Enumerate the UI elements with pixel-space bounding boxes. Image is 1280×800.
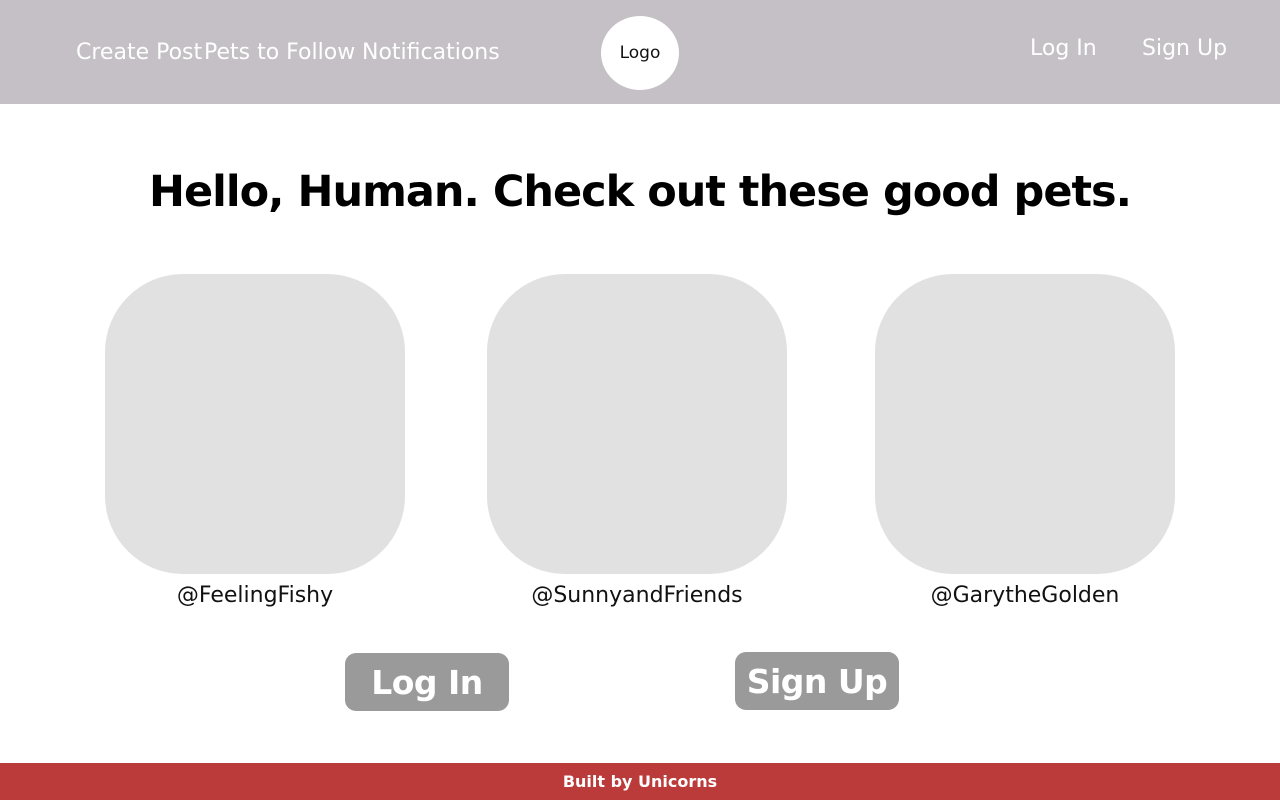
pet-image-placeholder-feelingfishy[interactable] [105,274,405,574]
footer-text: Built by Unicorns [562,772,718,791]
nav-pets-to-follow[interactable]: Pets to Follow [204,40,355,66]
pet-handle-feelingfishy[interactable]: @FeelingFishy [105,582,405,610]
logo-text: Logo [619,43,661,63]
nav-signup-link[interactable]: Sign Up [1142,36,1227,62]
page: Create Post Pets to Follow Notifications… [0,0,1280,800]
logo[interactable]: Logo [601,16,679,90]
nav-login-link[interactable]: Log In [1030,36,1097,62]
pet-handle-sunnyandfriends[interactable]: @SunnyandFriends [487,582,787,610]
footer: Built by Unicorns [0,763,1280,800]
pet-handle-garythegolden[interactable]: @GarytheGolden [875,582,1175,610]
nav-create-post[interactable]: Create Post [76,40,202,66]
pet-image-placeholder-garythegolden[interactable] [875,274,1175,574]
page-headline: Hello, Human. Check out these good pets. [149,167,1132,217]
nav-notifications[interactable]: Notifications [362,40,500,66]
login-button[interactable]: Log In [345,653,509,711]
signup-button[interactable]: Sign Up [735,652,899,710]
top-nav-bar: Create Post Pets to Follow Notifications… [0,0,1280,104]
pet-image-placeholder-sunnyandfriends[interactable] [487,274,787,574]
